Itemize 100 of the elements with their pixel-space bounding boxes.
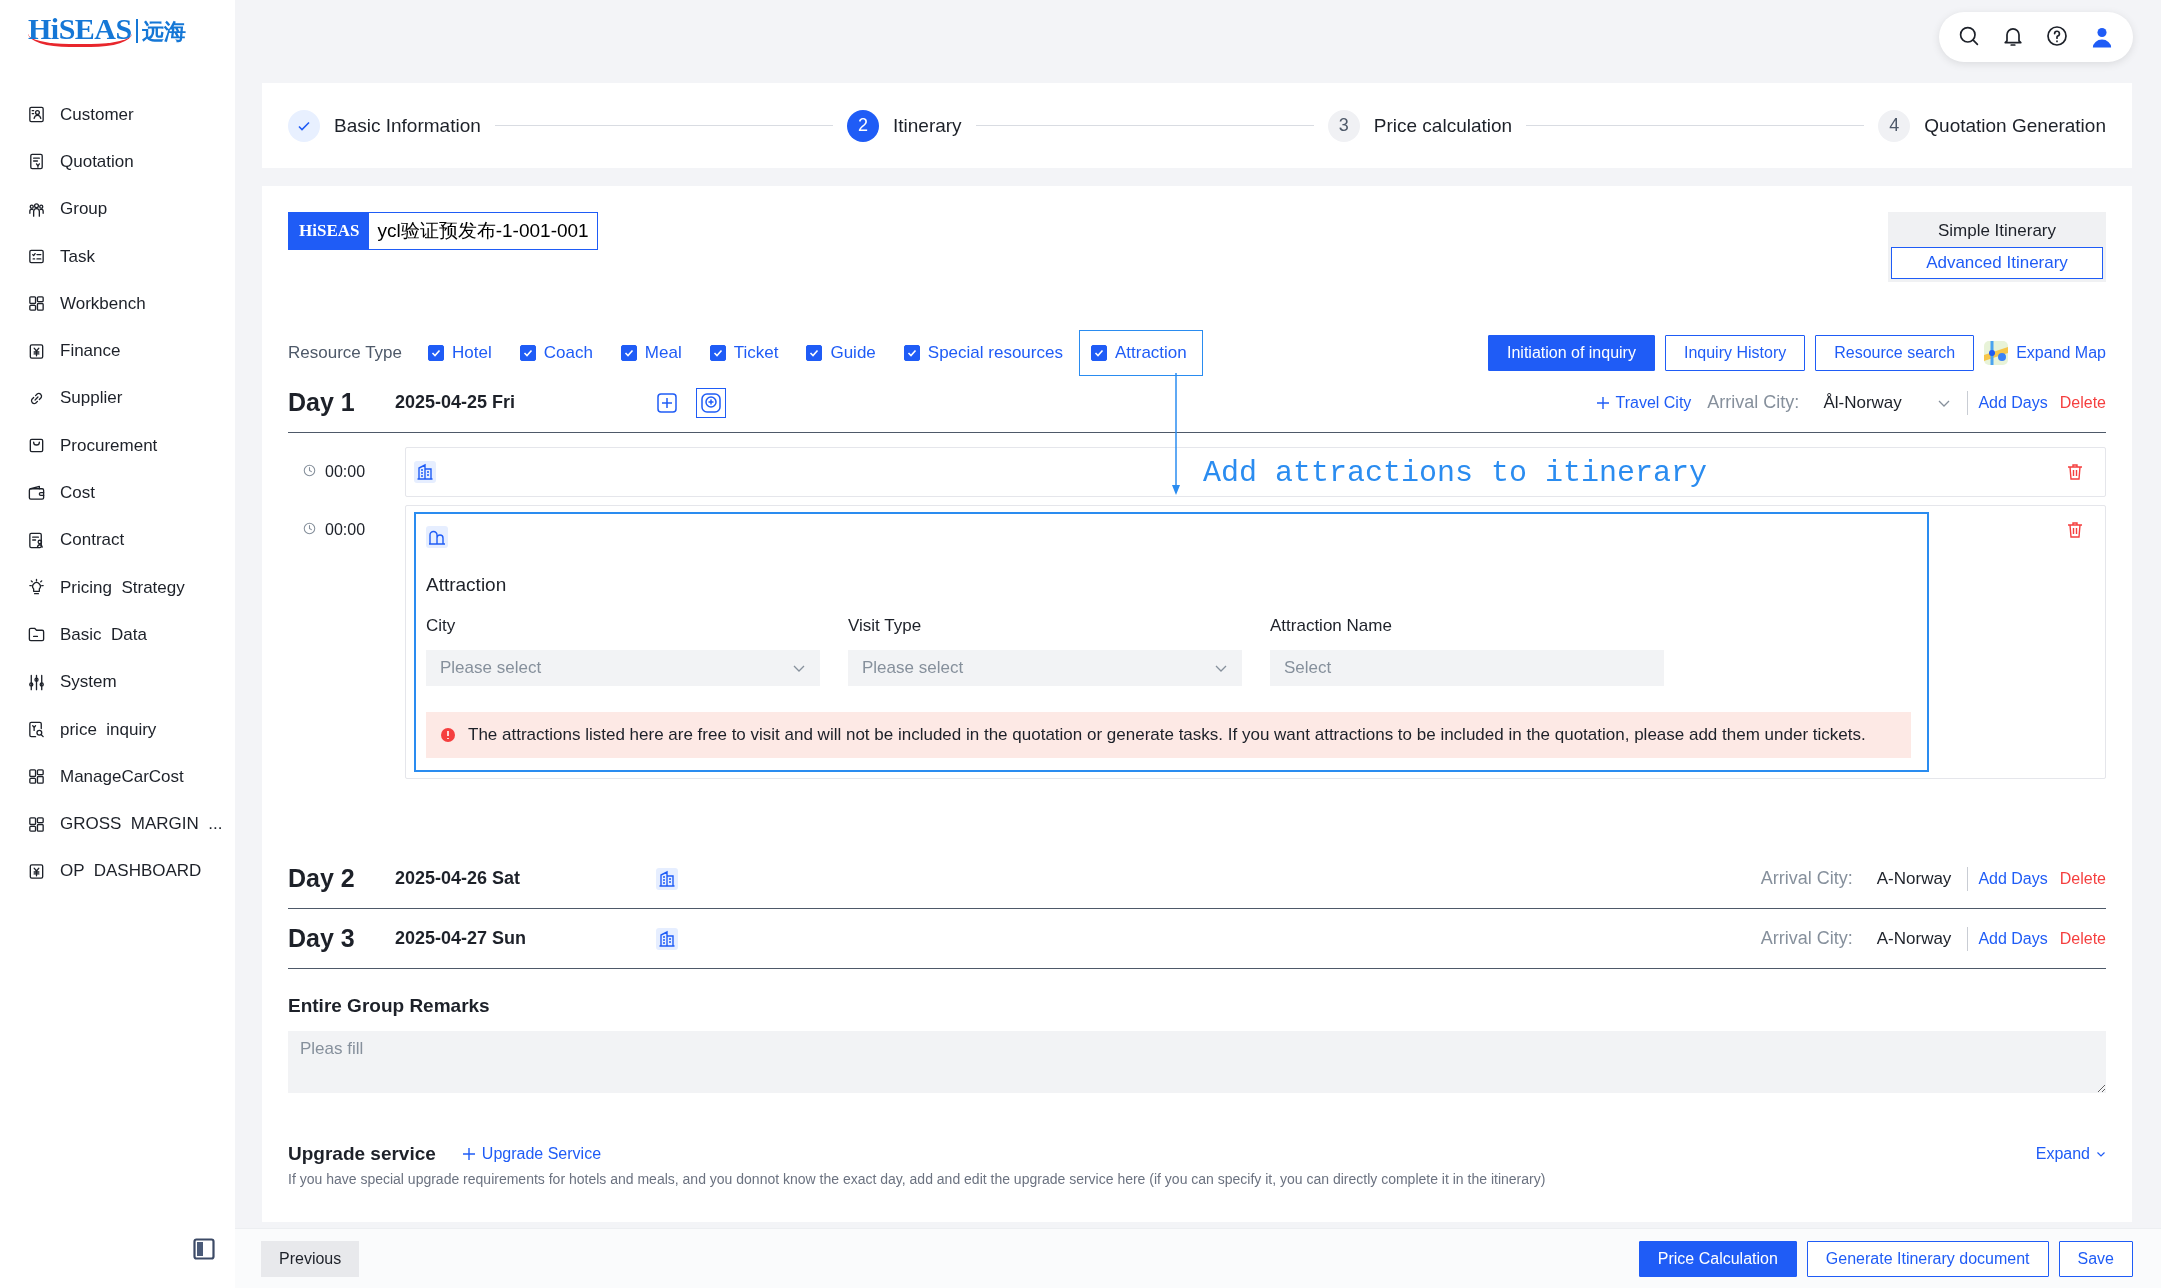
sidebar-item[interactable]: Contract <box>0 516 235 564</box>
mode-option[interactable]: Advanced Itinerary <box>1891 247 2103 279</box>
day-label: Day 1 <box>288 388 356 417</box>
upgrade-description: If you have special upgrade requirements for hotels and meals, and you donnot know the exact day, add and edit the upgrade service here (if you can specify it, you can directly complete it in the itinerary) <box>288 1171 1547 1187</box>
delete-day-link[interactable]: Delete <box>2059 869 2106 888</box>
add-upgrade-link[interactable]: Upgrade Service <box>461 1145 602 1163</box>
remarks-label: Entire Group Remarks <box>288 995 491 1017</box>
action-button[interactable]: Resource search <box>1815 335 1975 371</box>
check-icon <box>905 347 918 359</box>
check-icon <box>622 347 635 359</box>
checkbox[interactable] <box>428 345 445 361</box>
step-indicator: 2 <box>846 109 879 142</box>
add-days-link[interactable]: Add Days <box>1978 869 2048 888</box>
search-document-icon <box>27 720 46 739</box>
building-icon[interactable] <box>656 867 678 890</box>
clock-icon <box>302 463 317 478</box>
arrival-city-select[interactable]: Ål-Norway <box>1823 392 1952 413</box>
expand-link[interactable]: Expand <box>2035 1145 2106 1163</box>
travel-city-link[interactable]: Travel City <box>1595 393 1692 412</box>
step-label: Itinerary <box>892 114 962 137</box>
field-label: Visit Type <box>848 616 923 636</box>
action-button[interactable]: Inquiry History <box>1664 335 1806 371</box>
add-days-link[interactable]: Add Days <box>1978 393 2048 412</box>
footer-button[interactable]: Generate Itinerary document <box>1806 1240 2049 1277</box>
delete-icon[interactable] <box>2065 520 2085 540</box>
delete-icon[interactable] <box>2065 462 2085 482</box>
select-field[interactable]: Please select <box>426 650 820 686</box>
sidebar-item[interactable]: Customer <box>0 91 235 139</box>
arrival-city-value: A-Norway <box>1876 928 1952 949</box>
help-icon <box>2045 24 2069 48</box>
search-icon <box>1957 24 1981 48</box>
checkbox[interactable] <box>620 345 637 361</box>
field-label: City <box>426 616 457 636</box>
step-label: Basic Information <box>334 114 481 137</box>
building-icon[interactable] <box>414 461 436 483</box>
sidebar-toggle-icon[interactable] <box>193 1238 215 1260</box>
arches-icon <box>426 526 448 548</box>
clock-icon <box>302 521 317 536</box>
form-title: Attraction <box>426 574 508 596</box>
input-field[interactable]: Select <box>1270 650 1664 686</box>
entry-time: 00:00 <box>325 463 366 481</box>
expand-map-link[interactable]: Expand Map <box>1984 341 2106 365</box>
footer-button[interactable]: Save <box>2058 1240 2133 1277</box>
day-date: 2025-04-27 Sun <box>395 928 528 949</box>
action-button[interactable]: Initiation of inquiry <box>1488 335 1655 371</box>
grid-icon <box>27 294 46 314</box>
checkbox[interactable] <box>1090 345 1107 361</box>
sidebar-item[interactable]: Quotation <box>0 138 235 186</box>
sidebar-item[interactable]: Finance <box>0 327 235 375</box>
plus-icon <box>1595 395 1610 410</box>
checkbox[interactable] <box>806 345 823 361</box>
building-icon[interactable] <box>656 927 678 950</box>
sidebar-item[interactable]: Procurement <box>0 422 235 470</box>
sidebar-item[interactable]: Task <box>0 232 235 281</box>
sidebar-item[interactable]: OP DASHBOARD <box>0 847 235 896</box>
yen-icon <box>27 341 46 361</box>
checkbox-label[interactable]: Ticket <box>733 343 779 363</box>
day-date: 2025-04-25 Fri <box>395 392 517 413</box>
checkbox-label[interactable]: Guide <box>830 343 876 363</box>
checkbox-label[interactable]: Coach <box>543 343 593 363</box>
step-indicator: 3 <box>1327 109 1360 142</box>
footer-button[interactable]: Price Calculation <box>1638 1240 1797 1277</box>
checkbox[interactable] <box>903 345 920 361</box>
sidebar-item[interactable]: Cost <box>0 469 235 517</box>
grid-icon <box>27 814 46 834</box>
map-icon <box>1984 341 2009 365</box>
sidebar-item[interactable]: Workbench <box>0 280 235 328</box>
checkbox-label[interactable]: Meal <box>644 343 682 363</box>
check-icon <box>711 347 724 359</box>
sidebar-item[interactable]: ManageCarCost <box>0 753 235 801</box>
sidebar-item[interactable]: price inquiry <box>0 705 235 754</box>
logo-chinese-name: 远海 <box>135 19 186 43</box>
remarks-field[interactable]: Pleas fill <box>288 1031 2106 1093</box>
sidebar-item[interactable]: GROSS MARGIN ... <box>0 800 235 848</box>
delete-day-link[interactable]: Delete <box>2059 393 2106 412</box>
delete-day-link[interactable]: Delete <box>2059 929 2106 948</box>
previous-button[interactable]: Previous <box>261 1240 360 1277</box>
checkbox[interactable] <box>519 345 536 361</box>
checkbox[interactable] <box>709 345 726 361</box>
select-field[interactable]: Please select <box>848 650 1242 686</box>
check-icon <box>1092 347 1105 359</box>
checkbox-label[interactable]: Special resources <box>927 343 1063 363</box>
step-indicator: 4 <box>1878 109 1911 142</box>
sidebar-item[interactable]: System <box>0 658 235 706</box>
checkbox-label[interactable]: Hotel <box>452 343 492 363</box>
step-label: Price calculation <box>1373 114 1513 137</box>
day-label: Day 3 <box>288 924 356 953</box>
add-square-icon[interactable] <box>656 391 678 414</box>
document-icon <box>27 152 46 172</box>
check-icon <box>808 347 821 359</box>
arrival-city-label: Arrival City: <box>1707 392 1800 413</box>
chevron-down-icon <box>2096 1149 2106 1159</box>
sidebar-item[interactable]: Basic Data <box>0 611 235 659</box>
sidebar-item[interactable]: Supplier <box>0 374 235 423</box>
day-label: Day 2 <box>288 864 356 893</box>
mode-option[interactable]: Simple Itinerary <box>1891 215 2103 247</box>
notice-text: The attractions listed here are free to visit and will not be included in the quotation or generate tasks. If you want attractions to be included in the quotation, please add them under tickets. <box>468 725 1866 745</box>
add-days-link[interactable]: Add Days <box>1978 929 2048 948</box>
sidebar-item[interactable]: Pricing Strategy <box>0 563 235 612</box>
sidebar-item[interactable]: Group <box>0 185 235 233</box>
